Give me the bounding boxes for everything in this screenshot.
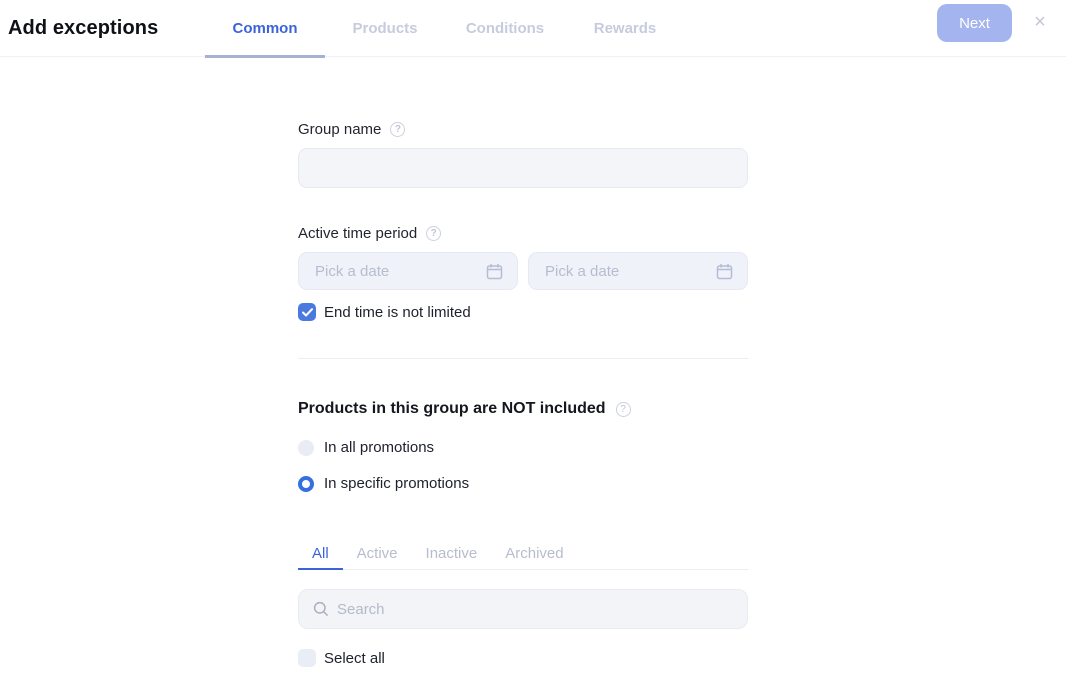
help-icon[interactable]: ?: [426, 226, 442, 241]
close-icon[interactable]: ×: [1028, 10, 1052, 34]
tab-common[interactable]: Common: [205, 0, 325, 58]
group-name-label-text: Group name: [298, 121, 382, 138]
filter-tab-all[interactable]: All: [298, 538, 343, 570]
group-name-input[interactable]: [298, 148, 748, 188]
active-time-period-label: Active time period ?: [298, 225, 442, 242]
search-input[interactable]: [337, 600, 733, 618]
radio-in-specific-promotions[interactable]: In specific promotions: [298, 475, 469, 492]
next-button[interactable]: Next: [937, 4, 1012, 42]
checkbox-checked-icon[interactable]: [298, 303, 316, 321]
checkbox-unchecked-icon[interactable]: [298, 649, 316, 667]
date-range-row: Pick a date Pick a date: [298, 252, 748, 290]
search-field[interactable]: [298, 589, 748, 629]
tab-products[interactable]: Products: [325, 0, 445, 57]
start-date-placeholder: Pick a date: [315, 262, 390, 280]
wizard-tabs: Common Products Conditions Rewards: [205, 0, 685, 58]
help-icon[interactable]: ?: [390, 122, 406, 137]
radio-on-icon[interactable]: [298, 475, 314, 492]
calendar-icon: [486, 263, 503, 279]
calendar-icon: [716, 263, 733, 279]
start-date-input[interactable]: Pick a date: [298, 252, 518, 290]
select-all-label: Select all: [324, 649, 385, 667]
search-icon: [313, 601, 329, 617]
page-title: Add exceptions: [8, 17, 159, 39]
filter-tab-archived[interactable]: Archived: [491, 538, 577, 569]
active-time-period-label-text: Active time period: [298, 225, 418, 242]
radio-in-specific-promotions-label: In specific promotions: [324, 475, 470, 492]
filter-tab-inactive[interactable]: Inactive: [412, 538, 492, 569]
checkmark-icon: [301, 307, 313, 316]
help-icon[interactable]: ?: [615, 401, 631, 417]
section-divider: [298, 358, 748, 359]
promotions-filter-tabs: All Active Inactive Archived: [298, 538, 748, 570]
not-included-heading: Products in this group are NOT included …: [298, 400, 631, 418]
tab-conditions[interactable]: Conditions: [445, 0, 565, 57]
radio-off-icon[interactable]: [298, 439, 314, 456]
filter-tab-active[interactable]: Active: [343, 538, 412, 569]
not-included-heading-text: Products in this group are NOT included: [298, 400, 606, 417]
end-time-not-limited-checkbox-row[interactable]: End time is not limited: [298, 303, 471, 321]
radio-in-all-promotions-label: In all promotions: [324, 439, 435, 456]
tab-rewards[interactable]: Rewards: [565, 0, 685, 57]
end-date-input[interactable]: Pick a date: [528, 252, 748, 290]
end-time-not-limited-label: End time is not limited: [324, 303, 471, 321]
select-all-checkbox-row[interactable]: Select all: [298, 649, 385, 667]
group-name-label: Group name ?: [298, 121, 406, 138]
end-date-placeholder: Pick a date: [545, 262, 620, 280]
radio-in-all-promotions[interactable]: In all promotions: [298, 439, 434, 456]
header-bar: Add exceptions Common Products Condition…: [0, 0, 1066, 58]
